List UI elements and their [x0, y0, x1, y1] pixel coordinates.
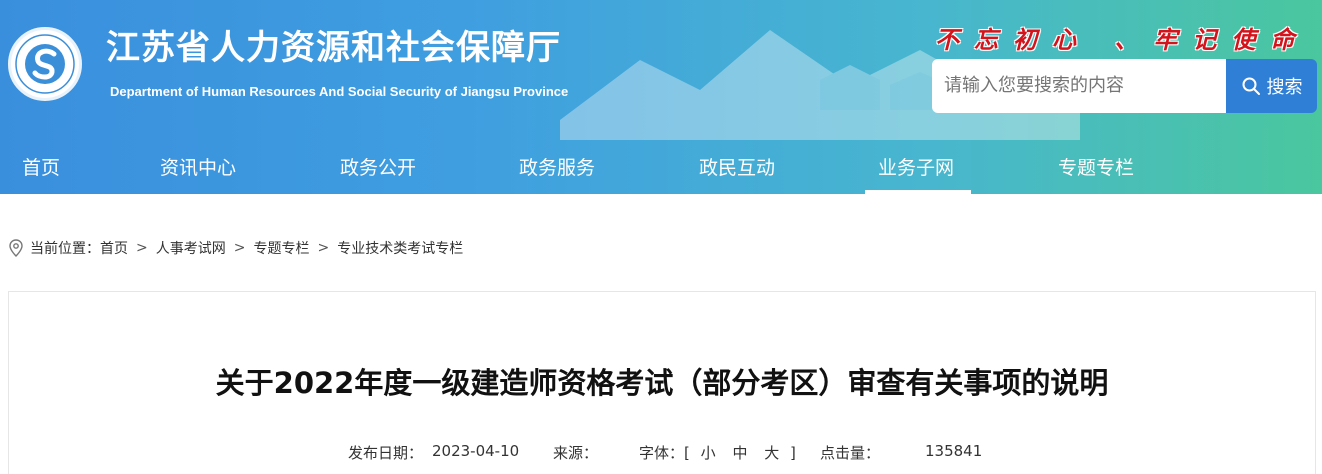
site-header: 江苏省人力资源和社会保障厅 Department of Human Resour…: [0, 0, 1322, 194]
font-size-control: 字体：[ 小 中 大 ]: [639, 442, 796, 463]
breadcrumb-item-home[interactable]: 首页: [100, 238, 128, 258]
site-subtitle: Department of Human Resources And Social…: [110, 84, 569, 99]
breadcrumb-separator: >: [136, 240, 148, 256]
font-size-close-bracket: ]: [790, 444, 796, 462]
breadcrumb-prefix: 当前位置：: [30, 241, 100, 257]
breadcrumb: 当前位置： 首页 > 人事考试网 > 专题专栏 > 专业技术类考试专栏: [8, 237, 463, 259]
search-input[interactable]: [932, 59, 1226, 113]
font-size-label: 字体：[: [639, 444, 690, 462]
nav-item-subsites[interactable]: 业务子网: [878, 153, 954, 180]
nav-item-news[interactable]: 资讯中心: [160, 153, 236, 180]
publish-date-label: 发布日期：: [348, 444, 424, 462]
font-size-small-button[interactable]: 小: [701, 444, 716, 462]
nav-item-home[interactable]: 首页: [22, 153, 60, 180]
slogan: 不忘初心 、牢记使命: [935, 25, 1310, 54]
search-button[interactable]: 搜索: [1226, 59, 1317, 113]
location-pin-icon: [9, 239, 23, 257]
nav-item-topics[interactable]: 专题专栏: [1058, 153, 1134, 180]
nav-item-open-gov[interactable]: 政务公开: [340, 153, 416, 180]
article-panel: 关于2022年度一级建造师资格考试（部分考区）审查有关事项的说明 发布日期： 2…: [8, 291, 1316, 474]
publish-date: 2023-04-10: [432, 442, 520, 460]
click-count: 135841: [925, 442, 983, 460]
search-button-label: 搜索: [1266, 77, 1303, 98]
logo-icon[interactable]: [8, 27, 82, 101]
font-size-large-button[interactable]: 大: [764, 444, 779, 462]
nav-item-services[interactable]: 政务服务: [519, 153, 595, 180]
click-count-label: 点击量：: [820, 444, 881, 462]
site-title[interactable]: 江苏省人力资源和社会保障厅: [106, 20, 561, 69]
breadcrumb-item-topics[interactable]: 专题专栏: [253, 238, 309, 258]
nav-active-indicator: [865, 190, 971, 194]
nav-item-interaction[interactable]: 政民互动: [699, 153, 775, 180]
article-title: 关于2022年度一级建造师资格考试（部分考区）审查有关事项的说明: [215, 366, 1109, 400]
breadcrumb-separator: >: [317, 240, 330, 256]
font-size-medium-button[interactable]: 中: [732, 444, 747, 462]
source-label: 来源：: [553, 444, 599, 462]
breadcrumb-item-exam-site[interactable]: 人事考试网: [156, 238, 226, 258]
search-icon: [1242, 77, 1260, 95]
breadcrumb-item-tech-exams[interactable]: 专业技术类考试专栏: [337, 238, 463, 258]
breadcrumb-separator: >: [233, 240, 246, 256]
main-nav: 首页 资讯中心 政务公开 政务服务 政民互动 业务子网 专题专栏: [0, 143, 1322, 194]
